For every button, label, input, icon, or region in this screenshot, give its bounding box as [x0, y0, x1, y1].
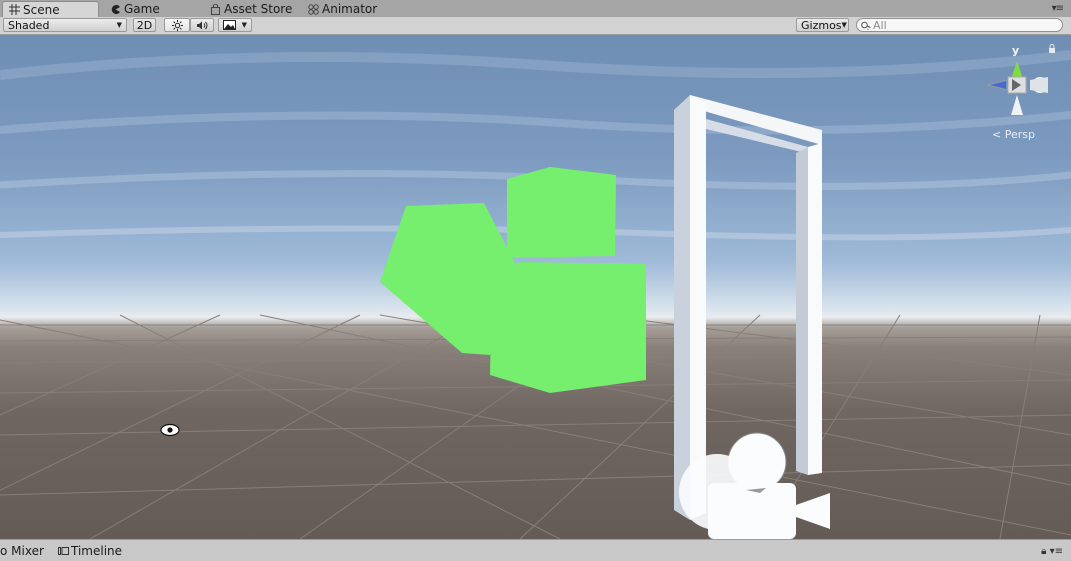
search-placeholder: All	[873, 18, 887, 32]
tab-animator-label: Animator	[322, 2, 378, 16]
draw-mode-dropdown[interactable]: Shaded ▼	[3, 18, 127, 32]
bottom-tab-bar: o Mixer Timeline 🔒︎ ▾≡	[0, 539, 1071, 561]
scene-toolbar: Shaded ▼ 2D ▼ Gizmos ▼ All	[0, 17, 1071, 35]
lock-icon[interactable]: 🔒︎	[1041, 546, 1046, 557]
hidden-eye-icon	[160, 423, 180, 437]
tab-game[interactable]: Game	[104, 1, 200, 17]
lock-icon[interactable]	[1048, 44, 1056, 53]
tab-scene[interactable]: Scene	[2, 1, 99, 17]
hierarchy-search-input[interactable]: All	[856, 18, 1063, 32]
projection-toggle[interactable]: < Persp	[992, 128, 1035, 141]
scene-viewport[interactable]: y < Persp	[0, 35, 1071, 539]
scene-effects-dropdown[interactable]: ▼	[218, 18, 252, 32]
window-tab-bar: Scene Game Asset Store Animator ▾≡	[0, 0, 1071, 18]
tab-game-label: Game	[124, 2, 160, 16]
toggle-2d-label: 2D	[136, 18, 153, 32]
pacman-icon	[111, 4, 120, 14]
orientation-gizmo	[986, 61, 1048, 115]
projection-label: Persp	[1004, 128, 1035, 141]
gizmos-label: Gizmos	[801, 18, 842, 32]
scene-lighting-toggle[interactable]	[164, 18, 190, 32]
timeline-icon	[58, 547, 69, 555]
chevron-down-icon: ▼	[241, 21, 247, 29]
tab-audio-mixer-label: o Mixer	[0, 544, 44, 558]
tab-audio-mixer[interactable]: o Mixer	[0, 544, 44, 558]
green-cubes	[380, 167, 646, 393]
search-icon	[861, 21, 871, 30]
toggle-2d-button[interactable]: 2D	[133, 18, 156, 32]
tab-scene-label: Scene	[23, 2, 60, 17]
speaker-icon	[197, 21, 208, 29]
animator-icon	[308, 3, 319, 15]
scene-render	[0, 50, 1071, 539]
store-icon	[211, 3, 220, 15]
draw-mode-value: Shaded	[8, 18, 50, 32]
sun-icon	[171, 19, 183, 31]
tab-timeline-label: Timeline	[71, 544, 123, 558]
grid-icon	[9, 4, 20, 15]
bottom-panel-controls[interactable]: 🔒︎ ▾≡	[1041, 546, 1063, 557]
chevron-down-icon: ▼	[116, 21, 122, 29]
gizmo-axis-y-label: y	[1012, 44, 1020, 57]
chevron-left-icon: <	[992, 128, 1002, 141]
chevron-down-icon: ▼	[841, 21, 847, 29]
gizmos-dropdown[interactable]: Gizmos ▼	[796, 18, 849, 32]
image-icon	[223, 20, 236, 30]
tab-animator[interactable]: Animator	[302, 1, 392, 17]
panel-menu-icon[interactable]: ▾≡	[1050, 546, 1063, 557]
tab-timeline[interactable]: Timeline	[58, 544, 122, 558]
scene-audio-toggle[interactable]	[190, 18, 214, 32]
panel-menu-icon[interactable]: ▾≡	[1052, 3, 1064, 14]
tab-asset-store-label: Asset Store	[224, 2, 293, 16]
tab-asset-store[interactable]: Asset Store	[204, 1, 304, 17]
